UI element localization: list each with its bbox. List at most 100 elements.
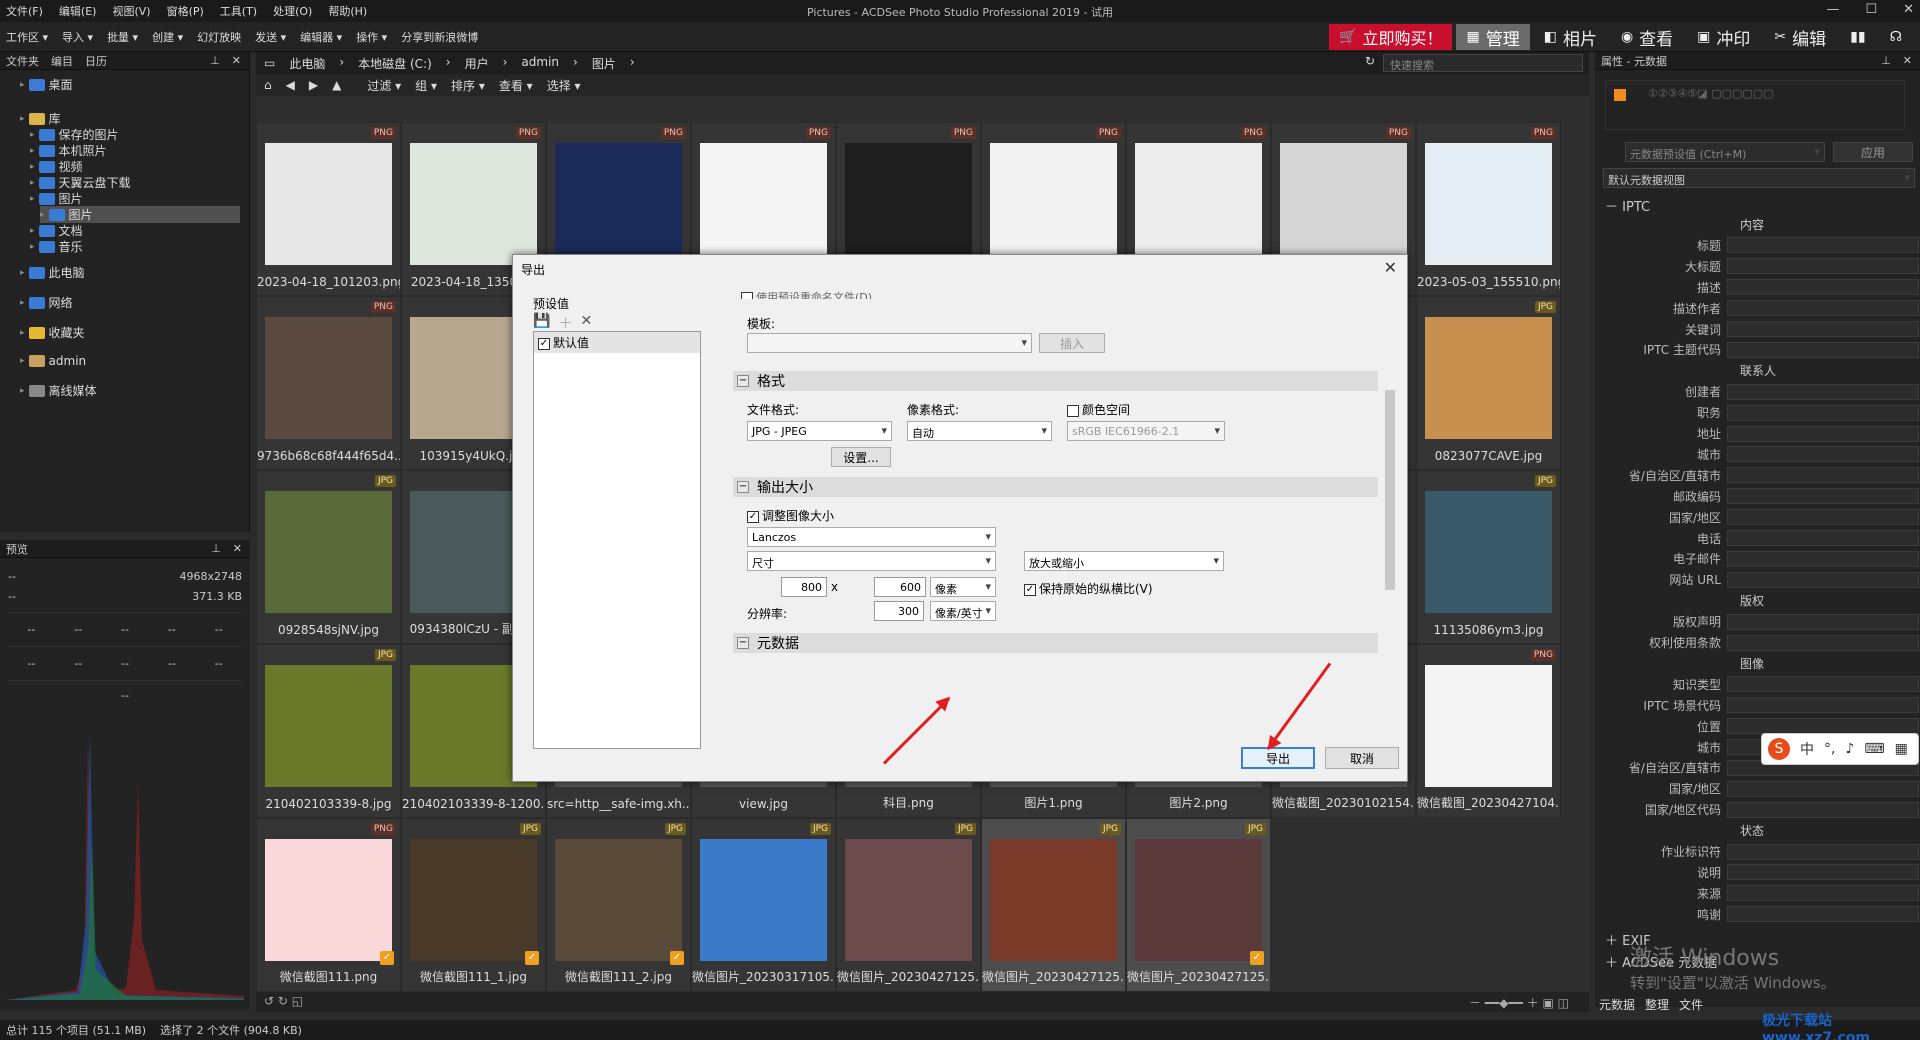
close-icon[interactable]: ✕	[1903, 2, 1914, 17]
template-select[interactable]	[747, 333, 1032, 353]
pin-icon[interactable]: ⊥	[211, 542, 221, 555]
metadata-field-input[interactable]	[1727, 383, 1919, 400]
breadcrumb-item[interactable]: 本地磁盘 (C:)	[358, 55, 432, 72]
toolbar-item[interactable]: 创建 ▾	[152, 29, 183, 45]
metadata-field-input[interactable]	[1727, 676, 1919, 693]
folder-tree-item[interactable]: ▸ 收藏夹	[20, 324, 85, 341]
metadata-field-input[interactable]	[1727, 843, 1919, 860]
keep-ratio-option[interactable]: ✓ 保持原始的纵横比(V)	[1024, 580, 1153, 597]
metadata-field-input[interactable]	[1727, 237, 1919, 254]
toolbar-item[interactable]: 导入 ▾	[62, 29, 93, 45]
ime-mode[interactable]: 中	[1800, 739, 1814, 759]
expand-icon[interactable]: ▸	[20, 356, 25, 366]
tab-metadata[interactable]: 元数据	[1599, 996, 1635, 1013]
breadcrumb-item[interactable]: 此电脑	[289, 55, 325, 72]
collapse-icon[interactable]: −	[737, 481, 749, 493]
filter-menu[interactable]: 排序 ▾	[451, 77, 485, 94]
tagged-checkbox-icon[interactable]: ✓	[380, 951, 394, 965]
collapse-icon[interactable]: −	[737, 637, 749, 649]
dashboard-button[interactable]: ▮▮	[1840, 24, 1875, 50]
tab-catalog[interactable]: 编目	[51, 53, 73, 69]
thumbnail-item[interactable]: PNG 9736b68c68f444f65d4...	[256, 296, 401, 470]
folder-tree-item[interactable]: ▸ 桌面	[20, 76, 73, 93]
folder-tree-item[interactable]: ▸ 离线媒体	[20, 382, 97, 399]
folder-tree-item[interactable]: ▸ 库	[20, 110, 61, 127]
thumbnail-item[interactable]: JPG 微信图片_20230427125...	[836, 818, 981, 992]
breadcrumb-item[interactable]: 用户	[465, 55, 489, 72]
cancel-button[interactable]: 取消	[1325, 747, 1399, 769]
thumbnail-item[interactable]: JPG 0928548sjNV.jpg	[256, 470, 401, 644]
metadata-field-input[interactable]	[1727, 446, 1919, 463]
metadata-field-input[interactable]	[1727, 634, 1919, 651]
expand-icon[interactable]: ▸	[30, 146, 35, 156]
notifications-button[interactable]: ☊	[1880, 24, 1912, 50]
folder-tree-item[interactable]: ▸ admin	[20, 354, 86, 368]
mic-icon[interactable]: ♪	[1845, 741, 1854, 757]
metadata-field-input[interactable]	[1727, 300, 1919, 317]
refresh-icon[interactable]: ↻	[1365, 54, 1375, 68]
metadata-field-input[interactable]	[1727, 404, 1919, 421]
metadata-field-input[interactable]	[1727, 780, 1919, 797]
toolbar-item[interactable]: 批量 ▾	[107, 29, 138, 45]
resize-option[interactable]: ✓ 调整图像大小	[747, 507, 834, 524]
settings-button[interactable]: 设置...	[831, 447, 891, 467]
folder-tree-item[interactable]: ▸ 图片	[40, 206, 240, 223]
close-icon[interactable]: ✕	[233, 542, 242, 555]
metadata-field-input[interactable]	[1727, 885, 1919, 902]
metadata-field-input[interactable]	[1727, 864, 1919, 881]
thumbnail-item[interactable]: JPG ✓ 微信截图111_2.jpg	[546, 818, 691, 992]
toolbar-item[interactable]: 幻灯放映	[197, 29, 241, 45]
filter-menu[interactable]: 组 ▾	[415, 77, 437, 94]
rating-icon[interactable]: ①②③④⑤◪ ▢▢▢▢▢▢	[1648, 87, 1774, 100]
metadata-field-input[interactable]	[1727, 321, 1919, 337]
metadata-field-input[interactable]	[1727, 613, 1919, 630]
expand-icon[interactable]: ▸	[30, 226, 35, 236]
metadata-field-input[interactable]	[1727, 801, 1919, 818]
up-icon[interactable]: ▲	[332, 78, 341, 92]
thumbnail-item[interactable]: JPG 0823077CAVE.jpg	[1416, 296, 1561, 470]
expand-icon[interactable]: ▸	[30, 162, 35, 172]
view-mode-button[interactable]: ◉ 查看	[1611, 24, 1683, 50]
toolbar-item[interactable]: 发送 ▾	[255, 29, 286, 45]
metadata-field-input[interactable]	[1727, 341, 1919, 358]
folder-tree-item[interactable]: ▸ 本机照片	[30, 142, 107, 159]
toolbar-item[interactable]: 分享到新浪微博	[401, 29, 478, 45]
colorspace-select[interactable]: sRGB IEC61966-2.1	[1067, 421, 1225, 441]
forward-icon[interactable]: ▶	[309, 78, 318, 92]
height-input[interactable]: 600	[874, 577, 926, 597]
pixel-format-select[interactable]: 自动	[907, 421, 1052, 441]
expand-icon[interactable]: ▸	[30, 194, 35, 204]
folder-tree-item[interactable]: ▸ 网络	[20, 294, 73, 311]
tab-folders[interactable]: 文件夹	[6, 53, 39, 69]
filter-menu[interactable]: 选择 ▾	[547, 77, 581, 94]
filter-menu[interactable]: 查看 ▾	[499, 77, 533, 94]
expand-icon[interactable]: ▸	[20, 386, 25, 396]
toolbar-item[interactable]: 操作 ▾	[356, 29, 387, 45]
thumbnail-item[interactable]: PNG 微信截图_20230427104...	[1416, 644, 1561, 818]
metadata-preset-select[interactable]: 元数据预设值 (Ctrl+M)	[1625, 142, 1825, 162]
expand-icon[interactable]: ▸	[20, 298, 25, 308]
thumbnail-item[interactable]: JPG 微信图片_20230317105...	[691, 818, 836, 992]
breadcrumb-item[interactable]: admin	[521, 55, 559, 72]
punct-icon[interactable]: °,	[1824, 741, 1835, 757]
folder-tree-item[interactable]: ▸ 此电脑	[20, 264, 85, 281]
maximize-icon[interactable]: ☐	[1865, 2, 1877, 17]
close-icon[interactable]: ✕	[232, 54, 241, 67]
expand-icon[interactable]: ＋	[1605, 956, 1622, 971]
enlarge-select[interactable]: 放大或缩小	[1024, 551, 1224, 571]
rotate-icon[interactable]: ↺ ↻ ◱	[264, 994, 303, 1008]
folder-tree-item[interactable]: ▸ 文档	[30, 222, 83, 239]
expand-icon[interactable]: ▸	[40, 210, 45, 220]
delete-icon[interactable]: ✕	[580, 313, 592, 333]
metadata-field-input[interactable]	[1727, 488, 1919, 505]
add-icon[interactable]: ＋	[558, 313, 572, 333]
manage-mode-button[interactable]: ▦ 管理	[1456, 24, 1530, 50]
metadata-field-input[interactable]	[1727, 718, 1919, 735]
tab-file[interactable]: 文件	[1679, 996, 1703, 1013]
expand-icon[interactable]: ▸	[20, 268, 25, 278]
toolbar-item[interactable]: 编辑器 ▾	[300, 29, 342, 45]
metadata-field-input[interactable]	[1727, 571, 1919, 588]
home-icon[interactable]: ⌂	[264, 78, 272, 92]
quick-search-input[interactable]: 快速搜索	[1383, 54, 1583, 72]
close-icon[interactable]: ✕	[1903, 54, 1912, 67]
